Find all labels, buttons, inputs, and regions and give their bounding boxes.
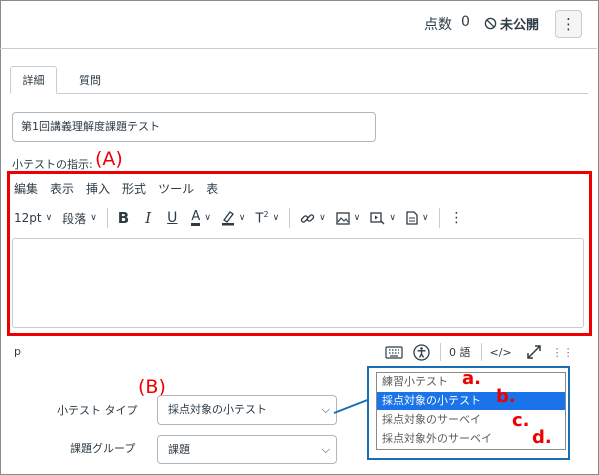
highlighter-icon xyxy=(221,211,234,226)
menu-tools[interactable]: ツール xyxy=(158,180,194,197)
link-icon xyxy=(300,213,315,223)
annotation-a: (A) xyxy=(95,148,123,170)
toolbar-separator xyxy=(106,208,108,228)
header-divider xyxy=(0,48,597,49)
points-label: 点数 xyxy=(424,17,452,33)
points-value: 0 xyxy=(461,14,470,30)
word-count: 0 語 xyxy=(449,346,471,359)
menu-format[interactable]: 形式 xyxy=(122,180,146,197)
underline-button[interactable]: U xyxy=(167,206,177,230)
expand-icon xyxy=(526,345,541,359)
unpublished-icon xyxy=(484,17,497,30)
chevron-down-icon: ⌵ xyxy=(321,403,330,416)
menu-view[interactable]: 表示 xyxy=(50,180,74,197)
chevron-down-icon: ∨ xyxy=(238,213,246,223)
drag-handle-icon: ⋮⋮ xyxy=(551,345,574,359)
quiz-title-input[interactable]: 第1回講義理解度課題テスト xyxy=(12,112,376,142)
marker-a: a. xyxy=(462,368,481,389)
menu-edit[interactable]: 編集 xyxy=(14,180,38,197)
header-bar: 点数 0 未公開 ⋮ xyxy=(0,0,597,48)
options-menu-button[interactable]: ⋮ xyxy=(555,10,582,38)
chevron-down-icon: ∨ xyxy=(421,213,429,223)
assignment-group-value: 課題 xyxy=(168,443,190,456)
paragraph-value: 段落 xyxy=(62,211,87,226)
publish-status-label: 未公開 xyxy=(500,18,540,33)
text-color-icon: A xyxy=(191,209,201,226)
more-tools-button[interactable]: ⋮ xyxy=(450,206,464,230)
text-color-button[interactable]: A ∨ xyxy=(191,206,211,230)
bold-icon: B xyxy=(117,209,130,227)
link-button[interactable]: ∨ xyxy=(300,206,326,230)
image-icon xyxy=(336,211,350,225)
superscript-button[interactable]: T2 ∨ xyxy=(256,206,280,230)
quiz-type-label: 小テスト タイプ xyxy=(57,404,138,417)
media-icon xyxy=(370,211,385,224)
chevron-down-icon: ∨ xyxy=(353,213,361,223)
keyboard-shortcuts-button[interactable] xyxy=(385,345,403,359)
chevron-down-icon: ∨ xyxy=(272,213,280,223)
toolbar-separator xyxy=(289,208,291,228)
editor-status-bar: 0 語 </> ⋮⋮ xyxy=(385,340,584,364)
menu-insert[interactable]: 挿入 xyxy=(86,180,110,197)
media-button[interactable]: ∨ xyxy=(370,206,396,230)
toolbar-separator xyxy=(438,208,440,228)
resize-handle[interactable]: ⋮⋮ xyxy=(552,346,574,359)
status-separator xyxy=(480,343,482,361)
font-size-value: 12pt xyxy=(14,211,42,225)
quiz-type-select[interactable]: 採点対象の小テスト ⌵ xyxy=(157,395,337,425)
editor-element-path: p xyxy=(14,345,21,358)
fullscreen-button[interactable] xyxy=(526,344,542,360)
tab-divider xyxy=(10,93,588,94)
chevron-down-icon: ∨ xyxy=(90,213,97,223)
html-editor-toggle[interactable]: </> xyxy=(490,346,512,359)
accessibility-icon xyxy=(413,343,430,361)
chevron-down-icon: ⌵ xyxy=(321,443,330,456)
instructions-label: 小テストの指示: xyxy=(12,158,93,171)
underline-icon: U xyxy=(167,210,178,226)
marker-d: d. xyxy=(532,427,552,448)
document-button[interactable]: ∨ xyxy=(406,206,429,230)
paragraph-dropdown[interactable]: 段落 ∨ xyxy=(62,206,97,230)
option-graded-quiz[interactable]: 採点対象の小テスト xyxy=(377,392,565,410)
bold-button[interactable]: B xyxy=(118,206,129,230)
accessibility-checker-button[interactable] xyxy=(413,343,430,361)
tab-details[interactable]: 詳細 xyxy=(10,66,57,94)
marker-c: c. xyxy=(512,410,530,431)
quiz-type-value: 採点対象の小テスト xyxy=(168,403,267,416)
publish-status[interactable]: 未公開 xyxy=(484,14,539,33)
marker-b: b. xyxy=(496,386,516,407)
status-separator xyxy=(440,343,441,361)
chevron-down-icon: ∨ xyxy=(204,213,211,223)
kebab-icon: ⋮ xyxy=(561,14,576,33)
kebab-icon: ⋮ xyxy=(449,210,464,226)
assignment-group-label: 課題グループ xyxy=(70,442,136,455)
document-icon xyxy=(406,211,418,225)
tab-questions[interactable]: 質問 xyxy=(70,66,110,94)
rich-text-editor-body[interactable] xyxy=(12,238,584,328)
font-size-dropdown[interactable]: 12pt ∨ xyxy=(14,206,52,230)
keyboard-icon xyxy=(385,345,403,359)
highlight-color-button[interactable]: ∨ xyxy=(221,206,246,230)
superscript-icon: T2 xyxy=(255,209,269,227)
assignment-group-select[interactable]: 課題 ⌵ xyxy=(157,435,337,464)
image-button[interactable]: ∨ xyxy=(336,206,361,230)
editor-menubar: 編集 表示 挿入 形式 ツール 表 xyxy=(14,180,230,197)
chevron-down-icon: ∨ xyxy=(389,213,396,223)
editor-toolbar: 12pt ∨ 段落 ∨ B I U A ∨ ∨ T2 ∨ ∨ ∨ ∨ ∨ ⋮ xyxy=(14,206,588,230)
menu-table[interactable]: 表 xyxy=(206,180,218,197)
italic-icon: I xyxy=(145,209,152,227)
chevron-down-icon: ∨ xyxy=(319,213,326,223)
italic-button[interactable]: I xyxy=(145,206,151,230)
chevron-down-icon: ∨ xyxy=(45,213,53,223)
